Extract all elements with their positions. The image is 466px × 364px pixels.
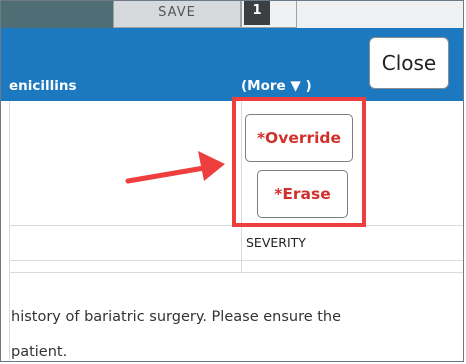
more-dropdown[interactable]: (More ▼ ) xyxy=(241,78,312,94)
count-badge: 1 xyxy=(244,1,270,25)
close-button[interactable]: Close xyxy=(369,37,449,89)
allergy-header: enicillins (More ▼ ) Close xyxy=(1,28,463,101)
row-divider xyxy=(9,272,463,273)
allergy-label: enicillins xyxy=(9,78,77,94)
toolbar-dark-segment xyxy=(1,1,113,28)
toolbar-strip: SAVE 1 xyxy=(1,1,463,28)
count-box: 1 xyxy=(241,1,297,28)
alert-dialog: SAVE 1 enicillins (More ▼ ) Close SEVERI… xyxy=(0,0,464,362)
highlight-box xyxy=(232,97,366,227)
alert-note-line-2: patient. xyxy=(11,344,68,360)
alert-note-line-1: history of bariatric surgery. Please ens… xyxy=(11,309,342,325)
toolbar-rest xyxy=(297,1,463,28)
save-button[interactable]: SAVE xyxy=(113,1,241,28)
row-divider xyxy=(9,260,463,261)
left-rule xyxy=(9,101,10,361)
severity-header: SEVERITY xyxy=(246,235,306,250)
